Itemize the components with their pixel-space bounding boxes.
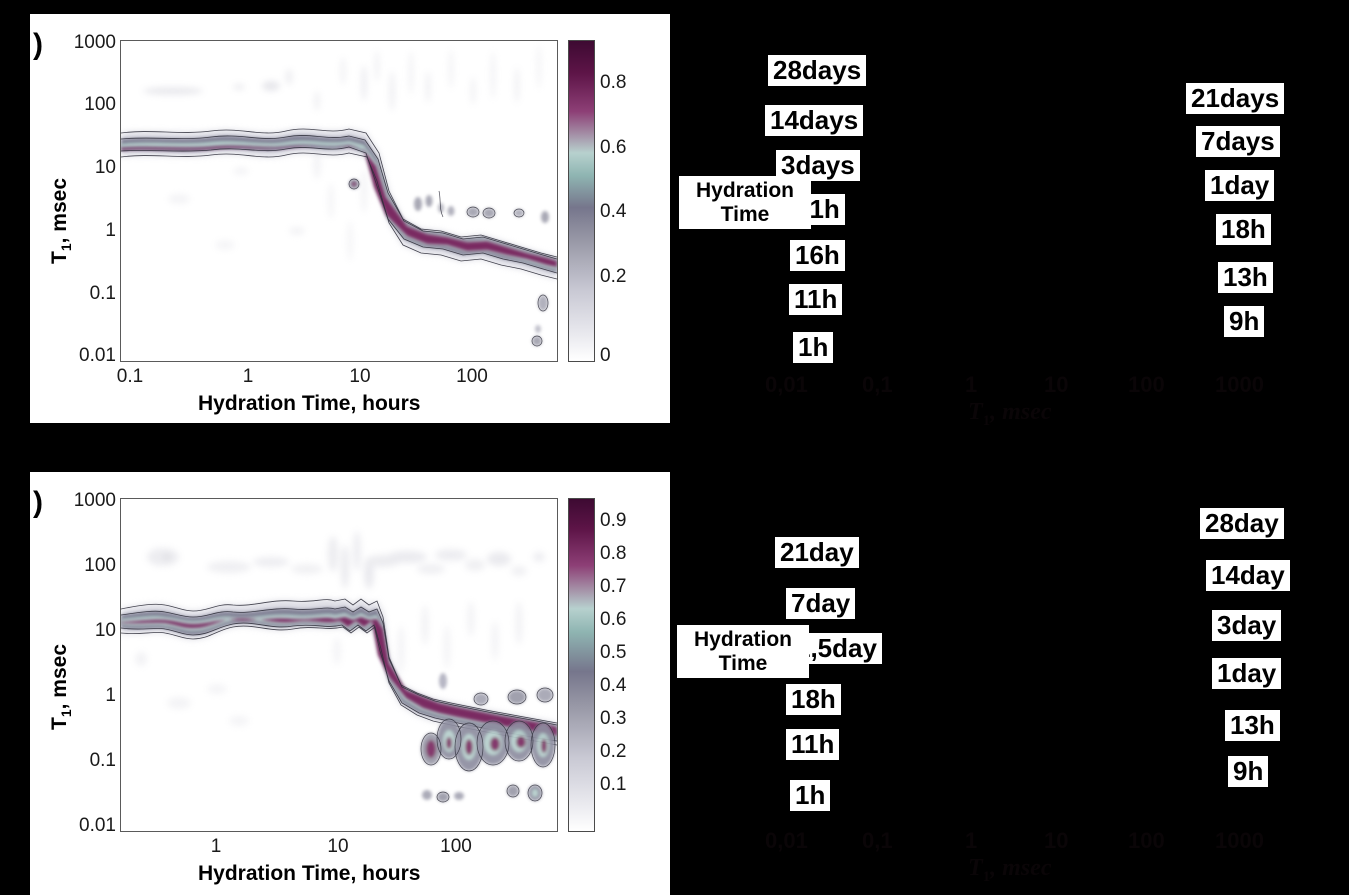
panel-b-right-label-2: 3day: [1212, 610, 1282, 641]
panel-b-cbtick-4: 0.5: [600, 642, 627, 663]
panel-b-y-axis-title-main: T: [48, 717, 71, 730]
panel-a-heatmap: [121, 41, 557, 361]
panel-a-dark-xtick-2: 1: [965, 372, 978, 397]
panel-a-y-axis-title: T1, msec: [48, 178, 74, 264]
panel-b-left-label-5: 1h: [790, 780, 831, 811]
panel-b-colorbar: [568, 498, 595, 832]
panel-b-right-label-3: 1day: [1212, 658, 1282, 689]
panel-a-cbtick-3: 0.2: [600, 266, 627, 287]
panel-b-left-label-1: 7day: [786, 588, 856, 619]
panel-b-ytick-5: 0.01: [79, 815, 116, 836]
panel-a-right-label-1: 7days: [1196, 126, 1280, 157]
panel-a-left-label-4: 16h: [790, 240, 845, 271]
panel-a-right-label-0: 21days: [1186, 83, 1285, 114]
panel-b-dark-axis-title-rest: , msec: [990, 855, 1052, 881]
panel-a-y-axis-title-sub: 1: [58, 243, 75, 252]
panel-a-xtick-2: 10: [349, 366, 371, 387]
panel-a-hydration-time-line1: Hydration: [695, 179, 794, 202]
panel-b-cbtick-1: 0.8: [600, 543, 627, 564]
panel-a-xtick-0: 0.1: [116, 366, 144, 387]
panel-a-plot-area: [120, 40, 558, 362]
panel-b-y-axis-title: T1, msec: [48, 644, 74, 730]
panel-a-cbtick-0: 0.8: [600, 72, 627, 93]
panel-b-dark-xtick-4: 100: [1128, 828, 1165, 853]
panel-b-cbtick-3: 0.6: [600, 609, 627, 630]
panel-b-heatmap: [121, 499, 557, 831]
panel-a-ytick-5: 0.01: [79, 345, 116, 366]
panel-a-cbtick-4: 0: [600, 345, 611, 366]
panel-a-y-axis-title-main: T: [48, 251, 71, 264]
panel-a-x-axis-title: Hydration Time, hours: [198, 392, 421, 415]
panel-a-dark-xtick-4: 100: [1128, 372, 1165, 397]
panel-a-left-label-5: 11h: [789, 284, 843, 315]
panel-b-ytick-2: 10: [94, 620, 116, 641]
panel-a-cbtick-2: 0.4: [600, 201, 627, 222]
panel-b-cbtick-8: 0.1: [600, 774, 627, 795]
panel-b-right-label-0: 28day: [1200, 508, 1284, 539]
panel-b-right-label-5: 9h: [1228, 756, 1269, 787]
panel-b-dark-axis-title-main: T: [968, 855, 983, 881]
panel-b-dark-xtick-0: 0,01: [765, 828, 808, 853]
panel-a: ) 1000 100 10 1 0.1 0.01 T1, msec 0.1 1 …: [30, 14, 670, 423]
panel-b-y-axis-title-sub: 1: [58, 709, 75, 718]
panel-b-y-axis-title-rest: , msec: [48, 643, 71, 710]
panel-b-ytick-4: 0.1: [89, 750, 116, 771]
panel-b-right-label-4: 13h: [1225, 710, 1280, 741]
panel-a-xtick-3: 100: [456, 366, 488, 387]
panel-b: ) 1000 100 10 1 0.1 0.01 T1, msec 1 10 1…: [30, 472, 670, 895]
panel-b-cbtick-6: 0.3: [600, 708, 627, 729]
panel-b-hydration-time-line2: Time: [718, 651, 768, 675]
panel-a-left-label-0: 28days: [768, 55, 867, 86]
panel-b-hydration-time-label: Hydration Time: [677, 625, 809, 679]
panel-a-ytick-1: 100: [84, 94, 116, 115]
panel-a-ytick-2: 10: [94, 157, 116, 178]
panel-a-dark-xtick-5: 1000: [1215, 372, 1264, 397]
panel-b-xtick-2: 100: [440, 836, 472, 857]
panel-a-dark-axis-title-main: T: [968, 399, 983, 425]
panel-a-dark-axis-title-rest: , msec: [990, 399, 1052, 425]
panel-b-xtick-0: 1: [210, 836, 222, 857]
panel-b-ytick-1: 100: [84, 555, 116, 576]
panel-a-ytick-4: 0.1: [89, 283, 116, 304]
panel-b-x-axis-title: Hydration Time, hours: [198, 862, 421, 885]
panel-b-xtick-1: 10: [327, 836, 349, 857]
panel-a-dark-xtick-0: 0,01: [765, 372, 808, 397]
panel-b-left-label-3: 18h: [786, 684, 841, 715]
panel-a-dark-xtick-1: 0,1: [862, 372, 893, 397]
panel-b-cbtick-0: 0.9: [600, 510, 627, 531]
panel-b-right-label-1: 14day: [1206, 560, 1290, 591]
panel-a-left-label-6: 1h: [793, 332, 834, 363]
panel-b-dark-xtick-1: 0,1: [862, 828, 893, 853]
panel-a-ytick-0: 1000: [73, 32, 116, 53]
panel-a-xtick-1: 1: [242, 366, 254, 387]
panel-a-hydration-time-line2: Time: [720, 202, 770, 226]
panel-a-cbtick-1: 0.6: [600, 137, 627, 158]
panel-a-y-axis-title-rest: , msec: [48, 177, 71, 244]
panel-a-left-label-1: 14days: [765, 105, 864, 136]
panel-b-cbtick-7: 0.2: [600, 741, 627, 762]
panel-b-dark-axis-title: T1, msec: [968, 855, 1051, 886]
panel-a-dark-xtick-3: 10: [1044, 372, 1069, 397]
panel-b-plot-area: [120, 498, 558, 832]
panel-b-left-label-4: 11h: [786, 729, 840, 760]
panel-b-dark-xtick-5: 1000: [1215, 828, 1264, 853]
panel-b-hydration-time-line1: Hydration: [693, 628, 792, 651]
panel-a-dark-axis-title: T1, msec: [968, 399, 1051, 430]
panel-b-cbtick-2: 0.7: [600, 576, 627, 597]
panel-a-hydration-time-label: Hydration Time: [679, 176, 811, 230]
panel-b-dark-xtick-2: 1: [965, 828, 978, 853]
panel-b-left-label-0: 21day: [775, 537, 859, 568]
panel-a-right-label-3: 18h: [1216, 214, 1271, 245]
panel-b-dark-xtick-3: 10: [1044, 828, 1069, 853]
panel-a-right-label-5: 9h: [1224, 306, 1265, 337]
panel-b-ytick-0: 1000: [73, 490, 116, 511]
panel-b-cbtick-5: 0.4: [600, 675, 627, 696]
panel-a-right-label-2: 1day: [1205, 170, 1275, 201]
panel-a-right-label-4: 13h: [1218, 262, 1273, 293]
panel-a-colorbar: [568, 40, 595, 362]
